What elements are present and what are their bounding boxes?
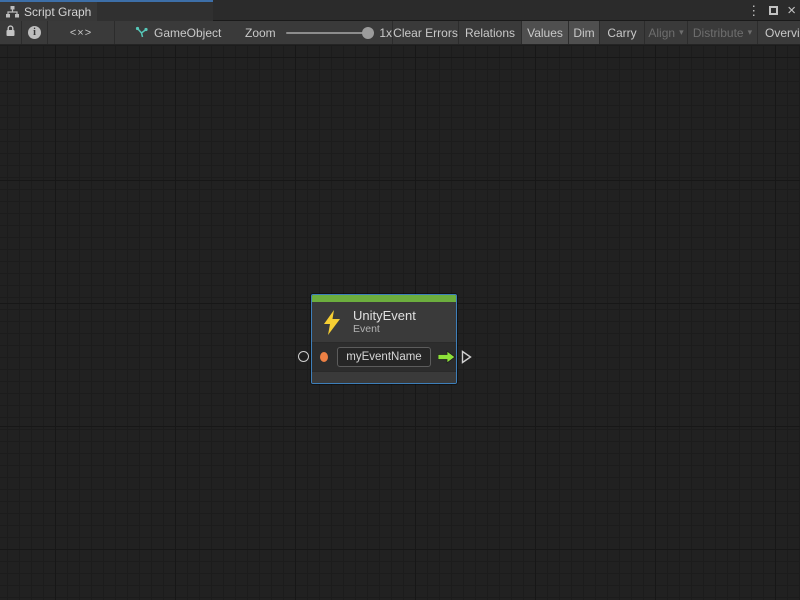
lightning-bolt-icon xyxy=(323,310,341,335)
distribute-label: Distribute xyxy=(693,26,744,40)
lock-button[interactable] xyxy=(0,21,22,44)
tab-well xyxy=(97,2,213,21)
script-graph-icon xyxy=(135,26,148,39)
node-input-flow-port[interactable] xyxy=(298,351,309,362)
unityevent-node[interactable]: UnityEvent Event xyxy=(311,294,457,384)
graph-canvas[interactable]: UnityEvent Event xyxy=(0,45,800,600)
values-label: Values xyxy=(527,26,563,40)
values-toggle[interactable]: Values xyxy=(522,21,569,44)
window-controls: ⋮ × xyxy=(747,0,796,21)
event-name-input-port[interactable] xyxy=(320,352,328,362)
node-titles: UnityEvent Event xyxy=(353,308,416,336)
unity-visual-scripting-window: Script Graph ⋮ × i <×> xyxy=(0,0,800,600)
align-dropdown: Align ▾ xyxy=(645,21,688,44)
code-preview-button[interactable]: <×> xyxy=(48,21,115,44)
overview-button[interactable]: Overview xyxy=(758,21,800,44)
node-accent-bar xyxy=(312,295,456,302)
clear-errors-label: Clear Errors xyxy=(393,26,458,40)
graph-toolbar: i <×> GameObject Zoom 1x Clear Errors xyxy=(0,21,800,45)
distribute-dropdown: Distribute ▾ xyxy=(688,21,758,44)
node-output-flow-port[interactable] xyxy=(461,350,472,364)
relations-label: Relations xyxy=(465,26,515,40)
zoom-label: Zoom xyxy=(245,26,276,40)
zoom-control-group: Zoom 1x xyxy=(235,21,393,44)
dim-label: Dim xyxy=(573,26,594,40)
carry-label: Carry xyxy=(607,26,636,40)
chevron-down-icon: ▾ xyxy=(748,27,753,38)
node-title: UnityEvent xyxy=(353,308,416,323)
clear-errors-button[interactable]: Clear Errors xyxy=(393,21,459,44)
node-subtitle: Event xyxy=(353,323,416,336)
lock-icon xyxy=(5,25,16,40)
node-header[interactable]: UnityEvent Event xyxy=(312,302,456,342)
window-menu-icon[interactable]: ⋮ xyxy=(747,4,760,17)
align-label: Align xyxy=(648,26,675,40)
carry-toggle[interactable]: Carry xyxy=(600,21,645,44)
maximize-icon[interactable] xyxy=(769,6,778,15)
zoom-slider[interactable] xyxy=(286,32,371,34)
close-icon[interactable]: × xyxy=(787,3,796,18)
gameobject-label: GameObject xyxy=(154,26,221,40)
overview-label: Overview xyxy=(765,26,800,40)
event-name-field[interactable] xyxy=(337,347,431,367)
dim-toggle[interactable]: Dim xyxy=(569,21,600,44)
relations-toggle[interactable]: Relations xyxy=(459,21,522,44)
graph-hierarchy-icon xyxy=(6,6,19,18)
code-icon: <×> xyxy=(70,27,92,39)
chevron-down-icon: ▾ xyxy=(679,27,684,38)
zoom-slider-handle[interactable] xyxy=(362,27,374,39)
tab-label: Script Graph xyxy=(24,5,91,19)
node-footer xyxy=(312,372,456,384)
flow-output-arrow-icon[interactable] xyxy=(438,350,456,364)
info-button[interactable]: i xyxy=(22,21,48,44)
tab-bar: Script Graph ⋮ × xyxy=(0,0,800,21)
tab-script-graph[interactable]: Script Graph xyxy=(0,2,97,21)
zoom-value: 1x xyxy=(379,26,392,40)
gameobject-target-button[interactable]: GameObject xyxy=(125,21,235,44)
node-port-row xyxy=(312,343,456,371)
info-icon: i xyxy=(28,26,41,39)
